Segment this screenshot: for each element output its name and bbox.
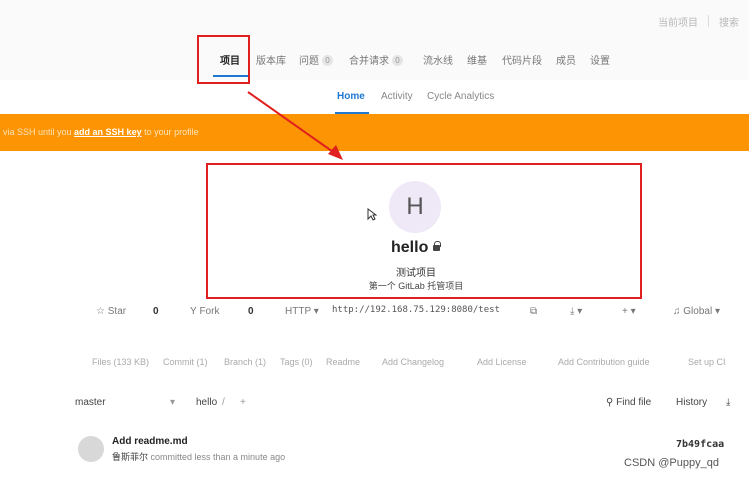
- notification-dropdown[interactable]: ♫ Global ▾: [673, 306, 720, 317]
- project-sub-nav: Home Activity Cycle Analytics: [0, 80, 749, 114]
- nav-item-snippets[interactable]: 代码片段: [502, 52, 542, 67]
- commit-author[interactable]: 鲁斯菲尔: [112, 452, 148, 462]
- nav-item-project[interactable]: 项目: [220, 52, 240, 67]
- project-description: 测试项目: [396, 268, 436, 279]
- plus-icon: +: [622, 306, 628, 317]
- nav-item-mr-label: 合并请求: [349, 56, 389, 67]
- add-dropdown[interactable]: + ▾: [622, 306, 636, 317]
- star-count: 0: [153, 306, 159, 317]
- add-contribution-link[interactable]: Add Contribution guide: [558, 357, 650, 367]
- star-icon: ☆: [96, 306, 105, 317]
- caret-down-icon: ▾: [577, 306, 583, 317]
- nav-item-settings[interactable]: 设置: [590, 52, 610, 67]
- search-link[interactable]: 搜索: [719, 14, 739, 29]
- breadcrumb-path[interactable]: hello: [196, 397, 217, 408]
- download-icon: ⤓: [570, 306, 575, 317]
- protocol-dropdown[interactable]: HTTP ▾: [285, 306, 319, 317]
- current-project-link[interactable]: 当前项目: [658, 14, 698, 29]
- banner-text-post: to your profile: [141, 127, 199, 137]
- tags-link[interactable]: Tags (0): [280, 357, 313, 367]
- nav-item-merge-requests[interactable]: 合并请求 0: [349, 52, 403, 67]
- files-link[interactable]: Files (133 KB): [92, 357, 149, 367]
- caret-down-icon: ▾: [313, 306, 319, 317]
- branch-toolbar: master ▾ hello / + ⚲ Find file History ⤓: [0, 392, 749, 414]
- nav-item-pipelines[interactable]: 流水线: [423, 52, 453, 67]
- find-file-label: Find file: [616, 397, 652, 408]
- download-dropdown[interactable]: ⤓ ▾: [570, 306, 582, 317]
- commit-sha[interactable]: 7b49fcaa: [676, 439, 724, 450]
- tab-cycle-analytics[interactable]: Cycle Analytics: [427, 91, 494, 102]
- chevron-down-icon: ▾: [170, 397, 176, 408]
- commit-time: committed less than a minute ago: [148, 452, 286, 462]
- project-stats-links: Files (133 KB) Commit (1) Branch (1) Tag…: [0, 352, 749, 374]
- add-license-link[interactable]: Add License: [477, 357, 527, 367]
- watermark: CSDN @Puppy_qd: [624, 457, 719, 469]
- caret-down-icon: ▾: [714, 306, 720, 317]
- caret-down-icon: ▾: [630, 306, 636, 317]
- find-file-button[interactable]: ⚲ Find file: [606, 397, 651, 408]
- fork-count: 0: [248, 306, 254, 317]
- nav-item-members[interactable]: 成员: [556, 52, 576, 67]
- clone-url-field[interactable]: http://192.168.75.129:8080/test: [332, 305, 518, 318]
- commit-link[interactable]: Commit (1): [163, 357, 208, 367]
- history-button[interactable]: History: [676, 397, 707, 408]
- fork-label: Fork: [199, 306, 220, 317]
- commit-meta: 鲁斯菲尔 committed less than a minute ago: [112, 450, 285, 463]
- add-changelog-link[interactable]: Add Changelog: [382, 357, 444, 367]
- star-button[interactable]: ☆ Star: [96, 306, 126, 317]
- nav-item-issues-label: 问题: [299, 56, 319, 67]
- active-nav-indicator: [213, 75, 248, 77]
- ssh-key-banner: via SSH until you add an SSH key to your…: [0, 114, 749, 151]
- tab-activity[interactable]: Activity: [381, 91, 413, 102]
- nav-item-wiki[interactable]: 维基: [467, 52, 487, 67]
- path-separator: /: [222, 397, 225, 408]
- divider: [708, 15, 709, 27]
- top-header: 当前项目 搜索: [0, 0, 749, 38]
- avatar: [78, 436, 104, 462]
- protocol-label: HTTP: [285, 306, 311, 317]
- fork-button[interactable]: Y Fork: [190, 306, 219, 317]
- branch-selector[interactable]: master: [75, 397, 106, 408]
- mr-count-badge: 0: [392, 55, 403, 66]
- commit-message[interactable]: Add readme.md: [112, 436, 188, 447]
- issues-count-badge: 0: [322, 55, 333, 66]
- download-icon[interactable]: ⤓: [726, 397, 730, 408]
- project-avatar: H: [389, 181, 441, 233]
- add-ssh-key-link[interactable]: add an SSH key: [74, 127, 142, 137]
- project-main-nav: 项目 版本库 问题 0 合并请求 0 流水线 维基 代码片段 成员 设置: [0, 38, 749, 80]
- bell-icon: ♫: [673, 306, 681, 317]
- fork-icon: Y: [190, 306, 197, 317]
- search-icon: ⚲: [606, 397, 614, 408]
- gitlab-project-page: 当前项目 搜索 项目 版本库 问题 0 合并请求 0 流水线 维基 代码片段 成员 …: [0, 0, 749, 480]
- banner-text-pre: via SSH until you: [3, 127, 75, 137]
- top-right-links: 当前项目 搜索: [658, 14, 739, 29]
- project-subdescription: 第一个 GitLab 托管项目: [368, 281, 464, 291]
- project-title: hello: [391, 239, 429, 256]
- project-actions-row: ☆ Star 0 Y Fork 0 HTTP ▾ http://192.168.…: [0, 300, 749, 324]
- add-file-button[interactable]: +: [240, 397, 246, 408]
- notification-label: Global: [683, 306, 713, 317]
- tab-home[interactable]: Home: [337, 91, 365, 102]
- nav-item-repository[interactable]: 版本库: [256, 52, 286, 67]
- copy-url-button[interactable]: ⧉: [530, 306, 537, 317]
- branch-link[interactable]: Branch (1): [224, 357, 266, 367]
- copy-icon: ⧉: [530, 306, 538, 317]
- nav-item-issues[interactable]: 问题 0: [299, 52, 333, 67]
- readme-link[interactable]: Readme: [326, 357, 360, 367]
- star-label: Star: [107, 306, 127, 317]
- cursor-icon: [367, 208, 377, 221]
- lock-icon: [433, 241, 441, 251]
- setup-ci-link[interactable]: Set up CI: [688, 357, 726, 367]
